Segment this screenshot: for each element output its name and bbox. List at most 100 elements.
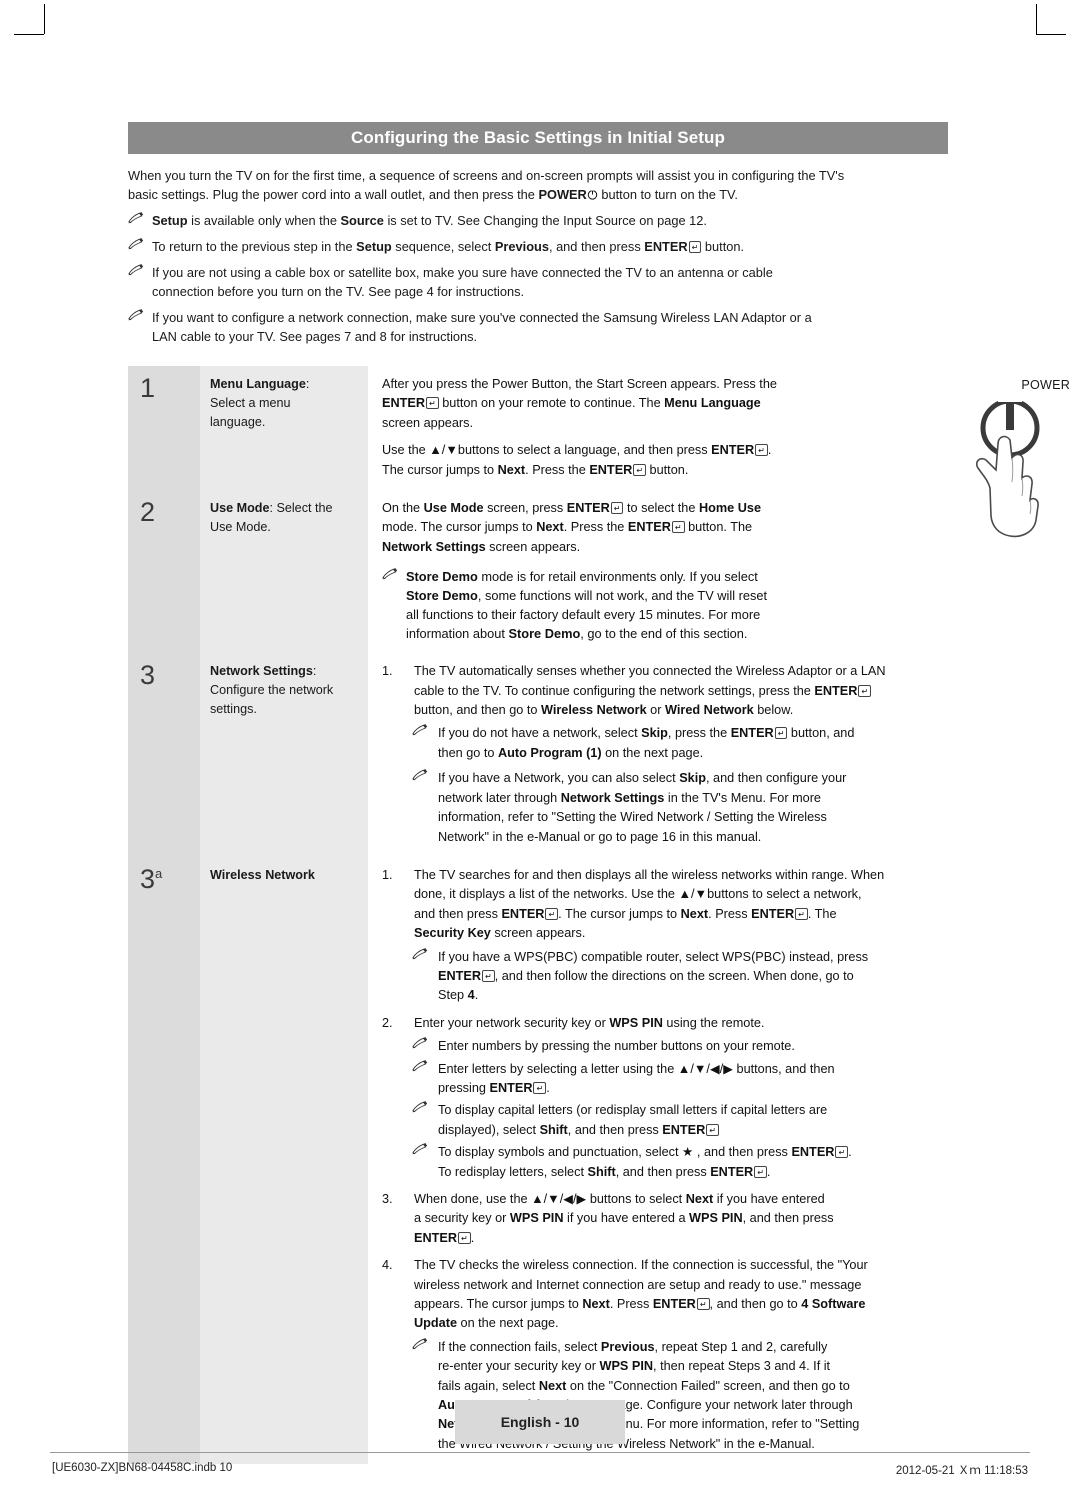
note-item: To display symbols and punctuation, sele… (382, 1143, 946, 1182)
note-text: To display symbols and punctuation, sele… (438, 1145, 792, 1160)
item-number: 2. (382, 1015, 393, 1030)
enter-key-icon: ↵ (706, 1123, 719, 1136)
note-text: , repeat Step 1 and 2, carefully (654, 1339, 828, 1354)
store-demo-keyword: Store Demo (508, 626, 581, 642)
body-line: below. (753, 703, 794, 718)
shift-keyword: Shift (539, 1122, 568, 1137)
note-keyword-setup: Setup (152, 213, 188, 228)
note-text: Enter numbers by pressing the number but… (438, 1039, 795, 1054)
previous-keyword: Previous (600, 1339, 655, 1354)
note-keyword-source: Source (340, 213, 384, 228)
note-text: then go to (438, 745, 498, 760)
enter-keyword: ENTER (414, 1230, 457, 1245)
step-label-title: Menu Language (210, 377, 306, 391)
footer-timestamp: 2012-05-21 Ｘｍ 11:18:53 (895, 1465, 1028, 1477)
step-number-ref: 4 (467, 988, 475, 1003)
note-text: fails again, select (438, 1378, 539, 1393)
body-line: The TV checks the wireless connection. I… (414, 1258, 868, 1273)
note-text: , and then follow the directions on the … (494, 968, 854, 983)
note-pencil-icon (128, 236, 145, 255)
body-line: to select the (623, 501, 699, 516)
note-text: , go to the end of this section. (580, 626, 748, 642)
note-text: If you do not have a network, select (438, 726, 642, 741)
body-line: button. The (684, 520, 753, 535)
step-body: On the Use Mode screen, press ENTER ↵ to … (368, 490, 950, 654)
skip-keyword: Skip (641, 726, 668, 741)
next-keyword: Next (536, 520, 564, 535)
next-keyword: Next (582, 1297, 610, 1312)
note-item: If you have a Network, you can also sele… (382, 769, 946, 847)
note-text: all functions to their factory default e… (406, 607, 761, 623)
body-line: On the (382, 501, 424, 516)
next-keyword: Next (680, 906, 709, 921)
enter-keyword: ENTER (710, 1164, 754, 1179)
step-label-rest: : (312, 664, 317, 679)
network-settings-keyword: Network Settings (560, 790, 665, 805)
note-pencil-icon (412, 947, 429, 966)
item-number: 1. (382, 664, 393, 679)
document-page: Configuring the Basic Settings in Initia… (0, 0, 1080, 1494)
next-keyword: Next (538, 1378, 567, 1393)
store-demo-keyword: Store Demo (406, 569, 478, 585)
step-number: 1 (128, 366, 200, 491)
step-label-rest: : Select the (269, 501, 333, 516)
crop-mark-top-right (1036, 4, 1037, 34)
table-row: 1 Menu Language: Select a menu language.… (128, 366, 950, 491)
item-number: 4. (382, 1258, 393, 1273)
note-pencil-icon (412, 1142, 429, 1161)
enter-keyword: ENTER (751, 906, 795, 921)
enter-key-icon: ↵ (858, 684, 872, 697)
note-text: If you have a WPS(PBC) compatible router… (438, 949, 869, 964)
body-paragraph: Use the ▲/▼buttons to select a language,… (382, 441, 946, 480)
enter-key-icon: ↵ (633, 463, 647, 476)
body-line: . (470, 1230, 475, 1245)
note-text: To redisplay letters, select (438, 1164, 588, 1179)
auto-program-keyword: Auto Program (1) (497, 745, 602, 760)
numbered-item: 1. The TV automatically senses whether y… (382, 662, 946, 720)
table-row: 2 Use Mode: Select the Use Mode. On the … (128, 490, 950, 654)
intro-section: When you turn the TV on for the first ti… (128, 166, 950, 346)
menu-language-keyword: Menu Language (664, 396, 761, 411)
step-label: Network Settings: Configure the network … (200, 653, 368, 857)
enter-keyword: ENTER (501, 906, 545, 921)
body-line: screen, press (483, 501, 567, 516)
body-line: if you have entered a (563, 1211, 690, 1226)
note-text: Step (438, 988, 468, 1003)
next-keyword: Next (497, 462, 526, 477)
step-label: Wireless Network (200, 856, 368, 1465)
note-pencil-icon (412, 723, 429, 742)
note-text: network later through (438, 790, 561, 805)
note-pencil-icon (128, 210, 145, 229)
wired-network-keyword: Wired Network (665, 703, 754, 718)
note-item: Setup is available only when the Source … (128, 211, 950, 230)
step-body: 1. The TV searches for and then displays… (368, 856, 950, 1465)
body-line: done, it displays a list of the networks… (414, 887, 862, 902)
note-pencil-icon (128, 262, 145, 281)
body-paragraph: After you press the Power Button, the St… (382, 375, 946, 433)
note-text: button, and (787, 726, 855, 741)
body-paragraph: On the Use Mode screen, press ENTER ↵ to … (382, 499, 946, 557)
table-row: 3 Network Settings: Configure the networ… (128, 653, 950, 857)
step-label-title: Network Settings (210, 664, 313, 679)
body-line: , and then go to (709, 1297, 802, 1312)
enter-keyword: ENTER (627, 520, 671, 535)
body-line: . Press the (525, 462, 590, 477)
body-line: After you press the Power Button, the St… (382, 377, 777, 391)
steps-table: 1 Menu Language: Select a menu language.… (128, 366, 950, 1465)
numbered-item: 1. The TV searches for and then displays… (382, 866, 946, 944)
note-item: Enter letters by selecting a letter usin… (382, 1059, 946, 1099)
wps-pin-keyword: WPS PIN (609, 1015, 663, 1030)
note-text: pressing (438, 1080, 490, 1095)
enter-keyword: ENTER (791, 1145, 835, 1160)
note-pencil-icon (128, 307, 145, 326)
enter-key-icon: ↵ (774, 727, 788, 740)
body-line: wireless network and Internet connection… (414, 1277, 862, 1292)
body-line: screen appears. (382, 415, 473, 430)
next-keyword: Next (685, 1192, 714, 1206)
body-line: or (646, 703, 665, 718)
body-line: . The (807, 906, 837, 921)
enter-key-icon: ↵ (482, 969, 495, 982)
body-line: screen appears. (490, 926, 586, 941)
wps-pin-keyword: WPS PIN (599, 1359, 654, 1374)
enter-keyword: ENTER (662, 1122, 706, 1137)
